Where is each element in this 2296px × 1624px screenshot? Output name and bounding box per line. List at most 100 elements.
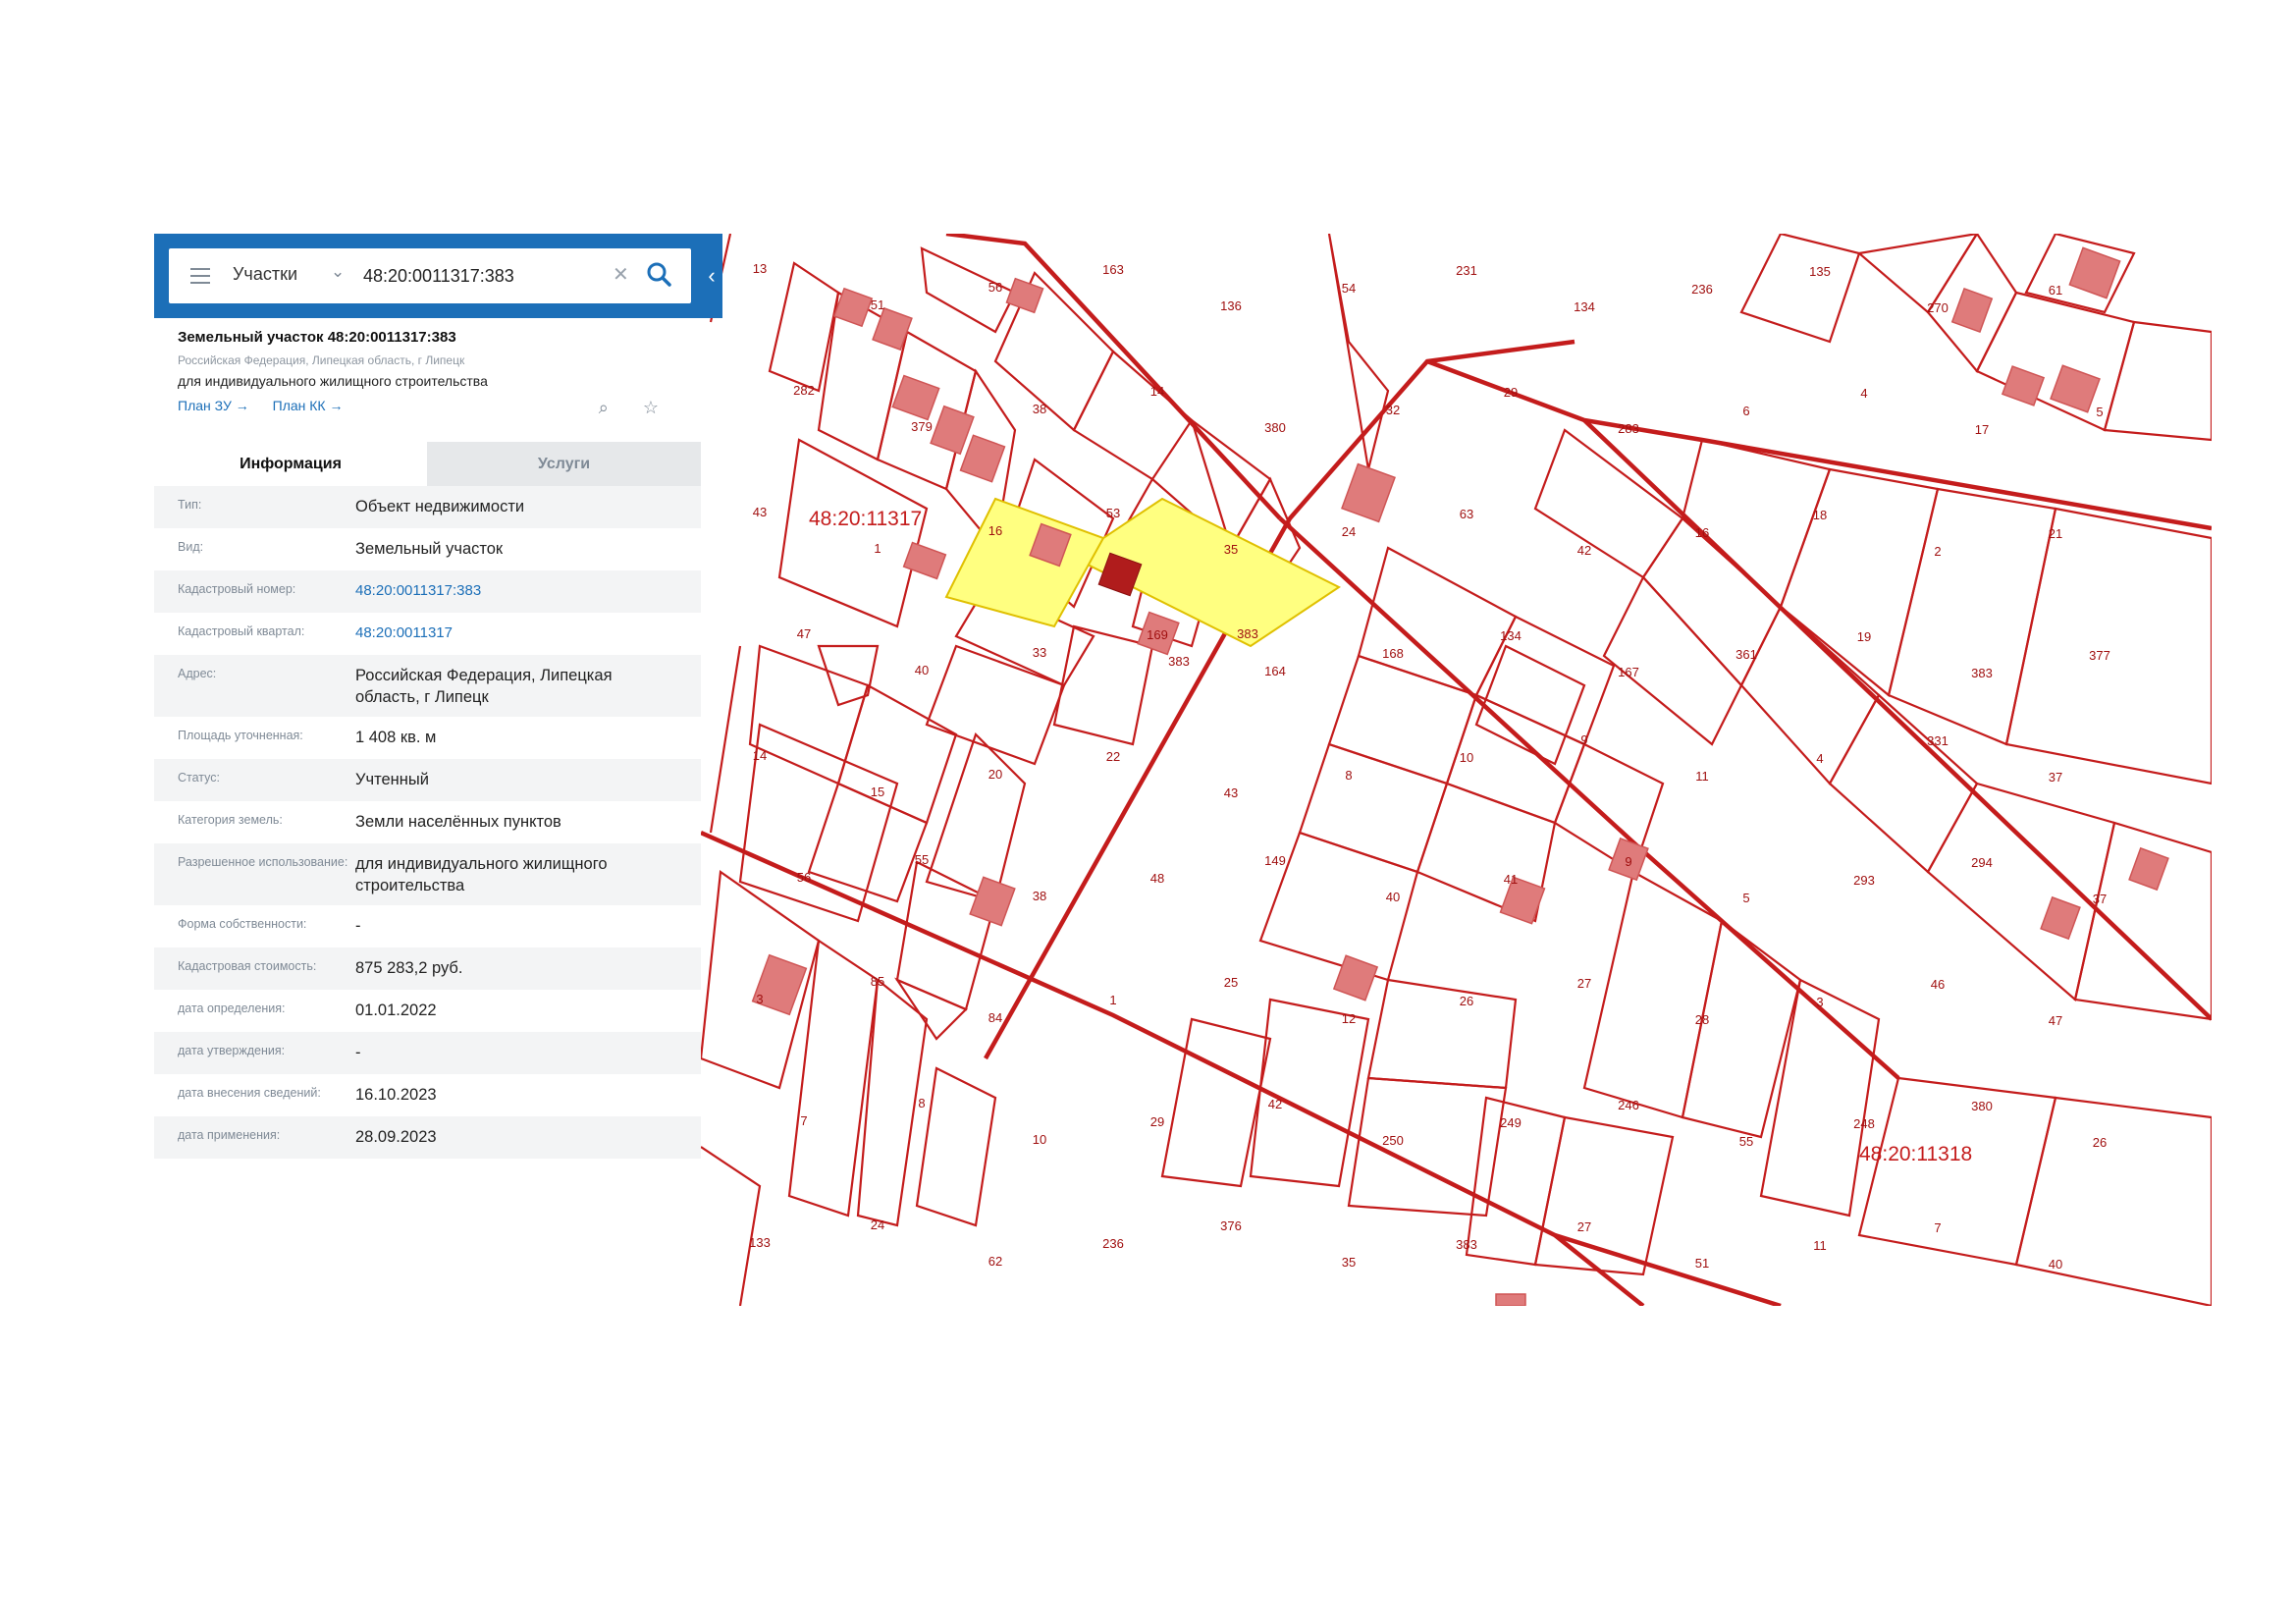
- parcel-label: 20: [988, 767, 1002, 782]
- parcel-label: 38: [1033, 889, 1046, 903]
- selected-parcel-label: 383: [1168, 654, 1190, 669]
- info-row-label: дата определения:: [178, 1001, 286, 1015]
- parcel-label: 24: [1342, 524, 1356, 539]
- info-row-label: Категория земель:: [178, 813, 283, 827]
- parcel-label: 42: [1577, 543, 1591, 558]
- parcel-label: 4: [1816, 751, 1823, 766]
- scope-select[interactable]: Участки: [233, 264, 297, 285]
- parcel-label: 3: [1816, 995, 1823, 1009]
- parcel-label: 61: [2049, 283, 2062, 298]
- parcel-label: 134: [1574, 299, 1595, 314]
- info-row-label: Кадастровый номер:: [178, 582, 296, 596]
- info-row-label: Разрешенное использование:: [178, 855, 348, 869]
- info-row: дата утверждения: -: [154, 1032, 701, 1074]
- parcel-label: 6: [1742, 404, 1749, 418]
- parcel-label: 168: [1382, 646, 1404, 661]
- parcel-label: 294: [1971, 855, 1993, 870]
- parcel-label: 38: [1033, 402, 1046, 416]
- parcel-label: 55: [1739, 1134, 1753, 1149]
- search-icon[interactable]: [645, 260, 674, 290]
- info-row-link[interactable]: 48:20:0011317: [355, 613, 669, 653]
- parcel-label: 248: [1853, 1116, 1875, 1131]
- parcel-label: 32: [1386, 403, 1400, 417]
- parcel-label: 53: [1106, 506, 1120, 520]
- parcel-label: 231: [1456, 263, 1477, 278]
- parcel-label: 7: [1934, 1220, 1941, 1235]
- info-row-value: 16.10.2023: [355, 1086, 437, 1104]
- info-row: Разрешенное использование: для индивидуал…: [154, 843, 701, 905]
- parcel-label: 361: [1735, 647, 1757, 662]
- search-input[interactable]: [361, 258, 611, 294]
- parcel-label: 133: [749, 1235, 771, 1250]
- info-row-label: Вид:: [178, 540, 204, 554]
- parcel-label: 5: [2096, 405, 2103, 419]
- parcel-label: 46: [1931, 977, 1945, 992]
- close-icon[interactable]: ✕: [613, 262, 629, 287]
- parcel-label: 283: [1618, 421, 1639, 436]
- parcel-label: 1: [1109, 993, 1116, 1007]
- parcel-label: 17: [1975, 422, 1989, 437]
- info-row: дата применения: 28.09.2023: [154, 1116, 701, 1159]
- parcel-label: 383: [1971, 666, 1993, 680]
- chevron-down-icon[interactable]: ⌄: [331, 262, 345, 282]
- parcel-label: 250: [1382, 1133, 1404, 1148]
- parcel-label: 27: [1577, 1219, 1591, 1234]
- parcel-label: 19: [1857, 629, 1871, 644]
- parcel-label: 2: [1934, 544, 1941, 559]
- quarter-label: 48:20:11318: [1859, 1143, 1972, 1165]
- info-table: Тип: Объект недвижимости Вид: Земельный уча…: [154, 486, 701, 1159]
- parcel-label: 54: [1342, 281, 1356, 296]
- cadastral-map[interactable]: 383383 135156163136542311342361352706128…: [701, 234, 2212, 1306]
- parcel-label: 167: [1618, 665, 1639, 679]
- info-row: Кадастровая стоимость: 875 283,2 руб.: [154, 947, 701, 990]
- parcel-label: 63: [1460, 507, 1473, 521]
- plan-zu-link[interactable]: План ЗУ →: [178, 398, 249, 413]
- plan-links: План ЗУ → План КК → ⌕ ☆: [178, 398, 688, 417]
- parcel-label: 24: [871, 1218, 884, 1232]
- parcel-label: 134: [1500, 628, 1522, 643]
- parcel-label: 26: [1460, 994, 1473, 1008]
- parcel-label: 56: [797, 870, 811, 885]
- parcel-label: 47: [797, 626, 811, 641]
- parcel-label: 28: [1695, 1012, 1709, 1027]
- parcel-label: 84: [988, 1010, 1002, 1025]
- info-row-value: для индивидуального жилищного строительс…: [355, 855, 608, 894]
- parcel-label: 11: [1695, 769, 1709, 784]
- info-row: Кадастровый номер: 48:20:0011317:383: [154, 570, 701, 613]
- parcel-label: 35: [1342, 1255, 1356, 1270]
- info-row-label: Адрес:: [178, 667, 217, 680]
- info-row-label: Кадастровый квартал:: [178, 624, 305, 638]
- info-row-value: Земельный участок: [355, 540, 504, 558]
- star-icon[interactable]: ☆: [643, 398, 659, 417]
- chevron-left-icon[interactable]: ‹: [701, 234, 722, 318]
- parcel-label: 48: [1150, 871, 1164, 886]
- parcel-label: 383: [1456, 1237, 1477, 1252]
- parcel-label: 169: [1147, 627, 1168, 642]
- page-title: Земельный участок 48:20:0011317:383: [178, 329, 456, 346]
- parcel-label: 40: [915, 663, 929, 677]
- parcel-label: 13: [753, 261, 767, 276]
- parcel-label: 270: [1927, 300, 1949, 315]
- search-document-icon[interactable]: ⌕: [599, 398, 609, 417]
- info-row-link[interactable]: 48:20:0011317:383: [355, 570, 669, 611]
- info-row-label: дата утверждения:: [178, 1044, 286, 1057]
- parcel-label: 331: [1927, 733, 1949, 748]
- plan-kk-link[interactable]: План КК →: [273, 398, 344, 413]
- tab-bar: Информация Услуги: [154, 442, 701, 486]
- tab-services[interactable]: Услуги: [427, 442, 701, 486]
- parcel-label: 293: [1853, 873, 1875, 888]
- info-row: Кадастровый квартал: 48:20:0011317: [154, 613, 701, 655]
- info-row-value: Объект недвижимости: [355, 498, 525, 515]
- parcel-label: 10: [1033, 1132, 1046, 1147]
- info-row: Вид: Земельный участок: [154, 528, 701, 570]
- parcel-label: 56: [988, 280, 1002, 295]
- parcel-label: 16: [988, 523, 1002, 538]
- info-row-label: Кадастровая стоимость:: [178, 959, 317, 973]
- parcel-label: 51: [1695, 1256, 1709, 1271]
- info-row-value: -: [355, 917, 361, 935]
- info-row-label: Форма собственности:: [178, 917, 307, 931]
- menu-icon[interactable]: [190, 268, 210, 284]
- parcel-label: 380: [1264, 420, 1286, 435]
- parcel-label: 51: [871, 298, 884, 312]
- tab-information[interactable]: Информация: [154, 442, 427, 486]
